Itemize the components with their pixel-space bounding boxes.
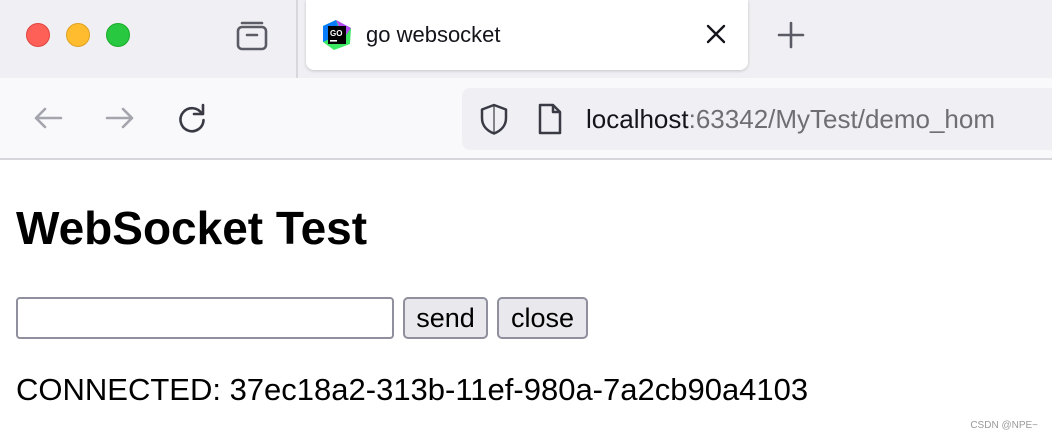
message-input[interactable] [16, 297, 394, 339]
plus-icon[interactable] [774, 18, 808, 52]
close-icon[interactable] [702, 20, 730, 48]
send-button[interactable]: send [403, 297, 488, 339]
back-arrow-icon[interactable] [30, 100, 66, 136]
navigation-toolbar: localhost:63342/MyTest/demo_hom [0, 78, 1052, 160]
reload-icon[interactable] [174, 100, 210, 136]
tab-title: go websocket [366, 22, 501, 47]
watermark: CSDN @NPE~ [970, 420, 1038, 431]
svg-text:GO: GO [330, 29, 342, 38]
minimize-window-button[interactable] [66, 23, 90, 47]
tab-strip-divider [296, 0, 298, 78]
tabs-icon[interactable] [234, 18, 270, 54]
close-button[interactable]: close [497, 297, 588, 339]
goland-icon: GO [320, 18, 354, 52]
url-host: localhost [586, 104, 689, 134]
tab-strip: GO go websocket [0, 0, 1052, 78]
page-title: WebSocket Test [16, 202, 368, 254]
shield-icon[interactable] [478, 102, 510, 136]
url-text[interactable]: localhost:63342/MyTest/demo_hom [586, 104, 995, 135]
forward-arrow-icon[interactable] [102, 100, 138, 136]
page-icon[interactable] [536, 102, 564, 136]
zoom-window-button[interactable] [106, 23, 130, 47]
active-tab[interactable]: GO go websocket [306, 0, 748, 70]
close-window-button[interactable] [26, 23, 50, 47]
url-bar[interactable]: localhost:63342/MyTest/demo_hom [462, 88, 1052, 150]
url-path: :63342/MyTest/demo_hom [688, 104, 996, 134]
connection-status: CONNECTED: 37ec18a2-313b-11ef-980a-7a2cb… [16, 372, 809, 407]
